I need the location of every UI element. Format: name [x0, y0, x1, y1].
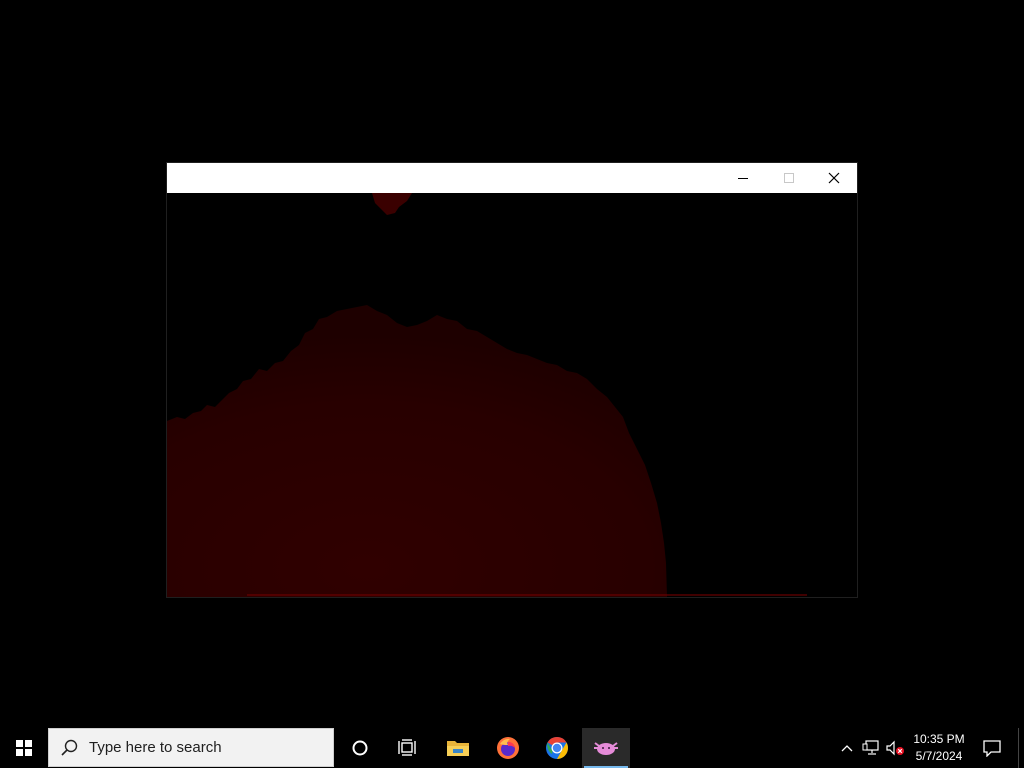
app-window	[166, 162, 858, 598]
search-placeholder: Type here to search	[89, 739, 222, 756]
close-icon	[828, 172, 840, 184]
firefox-icon	[497, 737, 519, 759]
notification-icon	[983, 740, 1001, 757]
start-button[interactable]	[0, 728, 48, 768]
cortana-icon	[352, 740, 368, 756]
show-hidden-icons-button[interactable]	[836, 728, 858, 768]
show-desktop-button[interactable]	[1018, 728, 1024, 768]
search-icon	[49, 729, 89, 767]
clock-date: 5/7/2024	[915, 749, 963, 763]
volume-button[interactable]	[884, 728, 906, 768]
taskbar: Type here to search 10:35 PM 5/7/2024	[0, 728, 1024, 768]
network-button[interactable]	[860, 728, 882, 768]
desktop	[0, 0, 1024, 728]
volume-muted-icon	[886, 740, 904, 756]
chrome-button[interactable]	[533, 728, 581, 768]
maximize-icon	[784, 173, 794, 183]
axolotl-app-button[interactable]	[582, 728, 630, 768]
render-canvas[interactable]	[167, 193, 857, 597]
clock-time: 10:35 PM	[913, 732, 965, 746]
minimize-button[interactable]	[720, 163, 766, 193]
task-view-button[interactable]	[384, 728, 432, 768]
file-explorer-icon	[447, 741, 469, 756]
rendered-scene	[167, 193, 857, 597]
cortana-button[interactable]	[336, 728, 384, 768]
search-input[interactable]: Type here to search	[48, 728, 334, 767]
action-center-button[interactable]	[974, 728, 1010, 768]
task-view-icon	[398, 739, 416, 756]
minimize-icon	[738, 178, 748, 179]
axolotl-app-icon	[594, 742, 618, 755]
chrome-icon	[546, 737, 568, 759]
file-explorer-button[interactable]	[434, 728, 482, 768]
chevron-up-icon	[841, 745, 853, 752]
firefox-button[interactable]	[484, 728, 532, 768]
close-button[interactable]	[811, 163, 857, 193]
title-bar[interactable]	[167, 163, 857, 193]
maximize-button[interactable]	[766, 163, 812, 193]
windows-logo-icon	[16, 740, 32, 756]
clock[interactable]: 10:35 PM 5/7/2024	[906, 728, 972, 768]
network-icon	[862, 740, 879, 755]
